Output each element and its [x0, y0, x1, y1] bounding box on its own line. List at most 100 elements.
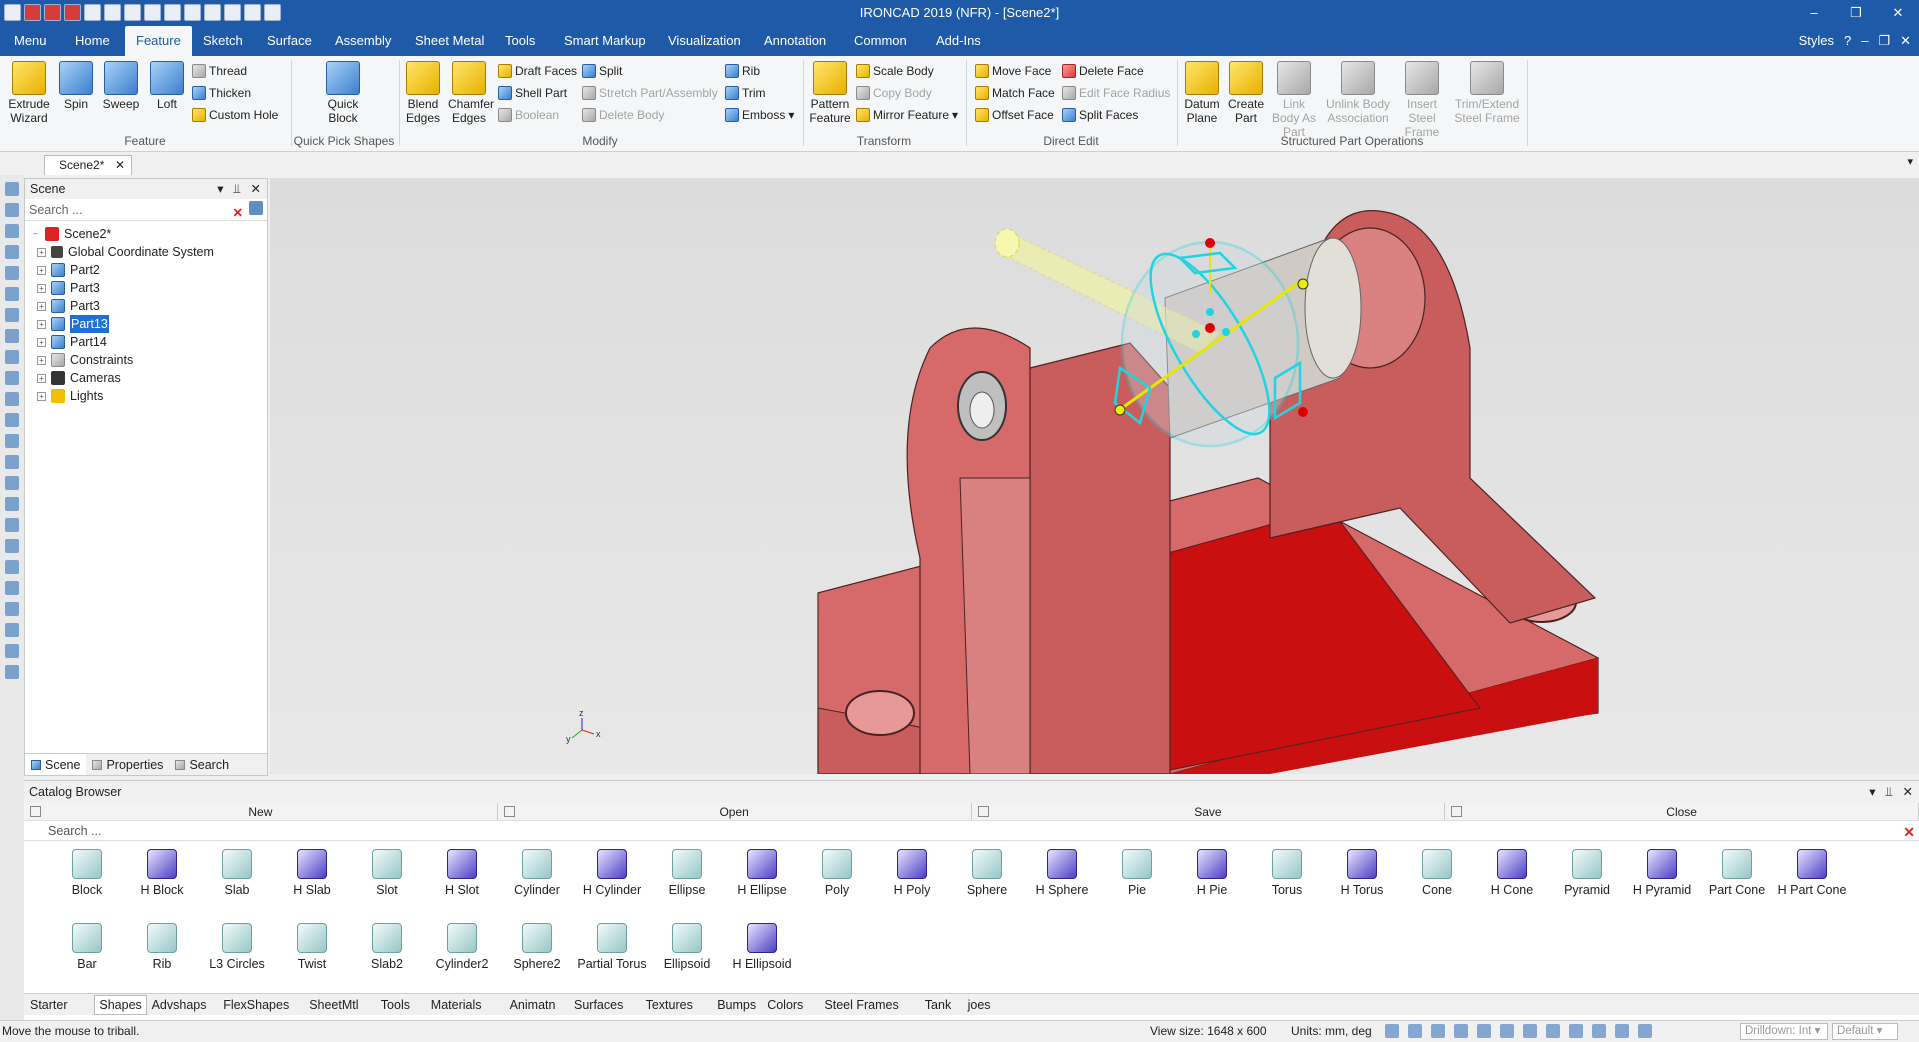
tool-icon[interactable]	[5, 329, 19, 343]
camera-icon[interactable]	[1546, 1024, 1560, 1038]
shape-h-part-cone[interactable]: H Part Cone	[1777, 849, 1847, 897]
clear-search-icon[interactable]: ✕	[1903, 822, 1915, 842]
delete-face-button[interactable]: Delete Face	[1062, 62, 1144, 80]
tool-icon[interactable]	[5, 350, 19, 364]
tool-icon[interactable]	[5, 308, 19, 322]
tab-surface[interactable]: Surface	[256, 26, 323, 56]
catalog-close-button[interactable]: Close	[1445, 803, 1919, 820]
tree-item-cameras[interactable]: + Cameras	[31, 369, 267, 387]
link-body-button[interactable]: Link Body As Part	[1268, 61, 1320, 139]
tool-icon[interactable]	[5, 371, 19, 385]
shape-sphere[interactable]: Sphere	[952, 849, 1022, 897]
offset-face-button[interactable]: Offset Face	[975, 106, 1054, 124]
shape-h-block[interactable]: H Block	[127, 849, 197, 897]
clear-search-icon[interactable]: ✕	[233, 202, 243, 224]
shape-h-torus[interactable]: H Torus	[1327, 849, 1397, 897]
help-icon[interactable]: ?	[1844, 33, 1851, 49]
tab-smart-markup[interactable]: Smart Markup	[553, 26, 657, 56]
shape-h-slot[interactable]: H Slot	[427, 849, 497, 897]
default-select[interactable]: Default ▾	[1832, 1023, 1898, 1040]
insert-steel-frame-button[interactable]: Insert Steel Frame	[1394, 61, 1450, 139]
stretch-button[interactable]: Stretch Part/Assembly	[582, 84, 718, 102]
tab-assembly[interactable]: Assembly	[324, 26, 402, 56]
catalog-tab-textures[interactable]: Textures	[646, 998, 693, 1012]
tool-icon[interactable]	[5, 476, 19, 490]
tab-sketch[interactable]: Sketch	[192, 26, 254, 56]
tool-icon[interactable]	[5, 518, 19, 532]
quick-block-button[interactable]: Quick Block	[318, 61, 368, 125]
catalog-tab-steel-frames[interactable]: Steel Frames	[824, 998, 898, 1012]
tool-icon[interactable]	[5, 182, 19, 196]
maximize-button[interactable]: ❐	[1835, 0, 1877, 26]
scale-body-button[interactable]: Scale Body	[856, 62, 934, 80]
custom-hole-button[interactable]: Custom Hole	[192, 106, 278, 124]
doc-tab-close-icon[interactable]: ✕	[115, 156, 125, 174]
tool-icon[interactable]	[5, 413, 19, 427]
boolean-button[interactable]: Boolean	[498, 106, 559, 124]
catalog-tab-animatn[interactable]: Animatn	[510, 998, 556, 1012]
shape-cylinder2[interactable]: Cylinder2	[427, 923, 497, 971]
tool-icon[interactable]	[5, 392, 19, 406]
shape-slab[interactable]: Slab	[202, 849, 272, 897]
catalog-tab-bumps[interactable]: Bumps	[717, 998, 756, 1012]
tool-icon[interactable]	[5, 434, 19, 448]
catalog-search-input[interactable]: Search ... ✕	[24, 821, 1919, 841]
catalog-tab-tools[interactable]: Tools	[381, 998, 410, 1012]
catalog-new-button[interactable]: New	[24, 803, 498, 820]
catalog-tab-tank[interactable]: Tank	[925, 998, 951, 1012]
shape-h-pyramid[interactable]: H Pyramid	[1627, 849, 1697, 897]
shape-h-ellipse[interactable]: H Ellipse	[727, 849, 797, 897]
tool-icon[interactable]	[5, 602, 19, 616]
shape-h-ellipsoid[interactable]: H Ellipsoid	[727, 923, 797, 971]
orient-icon[interactable]	[1477, 1024, 1491, 1038]
pin-icon[interactable]: ⫫	[233, 179, 240, 199]
catalog-tab-joes[interactable]: joes	[968, 998, 991, 1012]
3d-viewport[interactable]: z x y	[270, 178, 1919, 775]
tab-home[interactable]: Home	[64, 26, 121, 56]
shape-sphere2[interactable]: Sphere2	[502, 923, 572, 971]
catalog-tab-colors[interactable]: Colors	[767, 998, 803, 1012]
shape-pie[interactable]: Pie	[1102, 849, 1172, 897]
trim-button[interactable]: Trim	[725, 84, 766, 102]
shape-h-cylinder[interactable]: H Cylinder	[577, 849, 647, 897]
delete-body-button[interactable]: Delete Body	[582, 106, 664, 124]
tool-icon[interactable]	[5, 665, 19, 679]
shape-rib[interactable]: Rib	[127, 923, 197, 971]
pattern-feature-button[interactable]: Pattern Feature	[808, 61, 852, 125]
shape-part-cone[interactable]: Part Cone	[1702, 849, 1772, 897]
shape-l3-circles[interactable]: L3 Circles	[202, 923, 272, 971]
draft-faces-button[interactable]: Draft Faces	[498, 62, 577, 80]
zoom-icon[interactable]	[1385, 1024, 1399, 1038]
tab-visualization[interactable]: Visualization	[657, 26, 752, 56]
doc-tab-dropdown-icon[interactable]: ▾	[1907, 155, 1913, 168]
tool-icon[interactable]	[5, 266, 19, 280]
catalog-tab-flexshapes[interactable]: FlexShapes	[223, 998, 289, 1012]
shading-icon[interactable]	[1454, 1024, 1468, 1038]
tool-icon[interactable]	[5, 224, 19, 238]
minimize-button[interactable]: –	[1793, 0, 1835, 26]
tool-icon[interactable]	[5, 497, 19, 511]
shape-poly[interactable]: Poly	[802, 849, 872, 897]
panel-close-icon[interactable]: ✕	[1903, 781, 1913, 803]
catalog-save-button[interactable]: Save	[972, 803, 1446, 820]
tree-item-constraints[interactable]: + Constraints	[31, 351, 267, 369]
select-icon[interactable]	[1569, 1024, 1583, 1038]
shape-torus[interactable]: Torus	[1252, 849, 1322, 897]
catalog-tab-starter[interactable]: Starter	[30, 998, 68, 1012]
unlink-body-button[interactable]: Unlink Body Association	[1324, 61, 1392, 125]
tool-icon[interactable]	[5, 203, 19, 217]
tab-common[interactable]: Common	[843, 26, 918, 56]
view-icon[interactable]	[1431, 1024, 1445, 1038]
shape-h-pie[interactable]: H Pie	[1177, 849, 1247, 897]
tab-sheet-metal[interactable]: Sheet Metal	[404, 26, 495, 56]
scene-search-input[interactable]: Search ... ✕	[25, 199, 267, 221]
catalog-tab-advshaps[interactable]: Advshaps	[152, 998, 207, 1012]
tree-item-part2[interactable]: + Part2	[31, 261, 267, 279]
tree-item-scene2[interactable]: – Scene2*	[31, 225, 267, 243]
tab-scene[interactable]: Scene	[25, 754, 87, 775]
catalog-tab-shapes[interactable]: Shapes	[94, 995, 147, 1015]
tool-icon[interactable]	[5, 623, 19, 637]
shape-ellipsoid[interactable]: Ellipsoid	[652, 923, 722, 971]
catalog-tab-sheetmtl[interactable]: SheetMtl	[309, 998, 358, 1012]
thread-button[interactable]: Thread	[192, 62, 247, 80]
